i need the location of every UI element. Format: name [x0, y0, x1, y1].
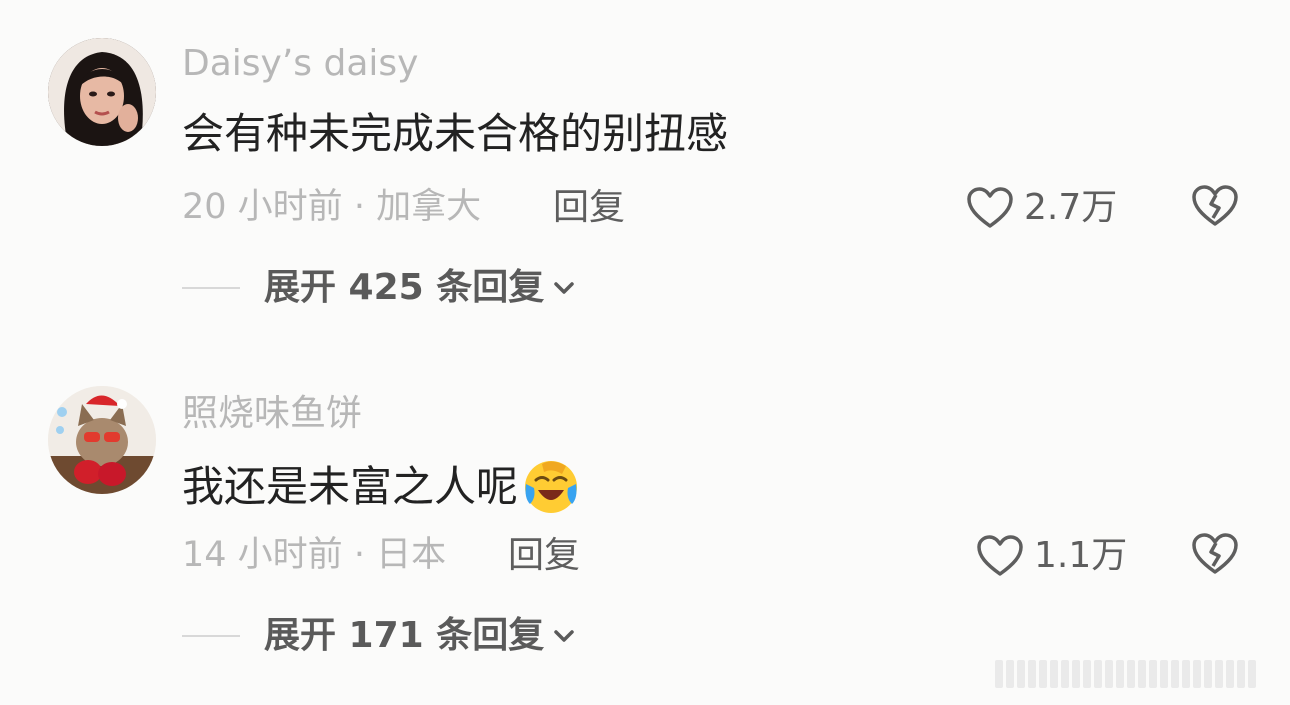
comment-text-body: 会有种未完成未合格的别扭感 — [182, 109, 729, 158]
like-count: 1.1万 — [1034, 535, 1128, 576]
comment-meta: 14 小时前 · 日本 — [182, 538, 446, 573]
laughing-crying-emoji-icon — [525, 461, 578, 513]
dislike-button[interactable] — [1191, 184, 1239, 232]
like-button[interactable]: 2.7万 — [966, 186, 1117, 230]
location: 日本 — [376, 535, 447, 575]
avatar-image — [48, 38, 156, 146]
avatar[interactable] — [48, 386, 156, 494]
reply-button[interactable]: 回复 — [553, 190, 625, 226]
divider-line — [182, 287, 240, 289]
expand-replies-label: 展开 171 条回复 — [264, 615, 545, 656]
broken-heart-icon — [1192, 533, 1238, 574]
expand-replies-button[interactable]: 展开 171 条回复 — [182, 618, 576, 654]
expand-replies-label: 展开 425 条回复 — [264, 267, 545, 308]
reply-button[interactable]: 回复 — [508, 538, 580, 574]
location: 加拿大 — [376, 187, 482, 227]
avatar[interactable] — [48, 38, 156, 146]
watermark — [995, 660, 1256, 688]
meta-separator: · — [353, 187, 365, 227]
heart-icon — [977, 535, 1023, 576]
timestamp: 14 小时前 — [182, 535, 343, 575]
timestamp: 20 小时前 — [182, 187, 343, 227]
like-button[interactable]: 1.1万 — [976, 534, 1127, 578]
comment-meta: 20 小时前 · 加拿大 — [182, 190, 481, 225]
meta-separator: · — [353, 535, 365, 575]
avatar-image — [48, 386, 156, 494]
username[interactable]: Daisy’s daisy — [182, 46, 418, 82]
chevron-down-icon — [554, 630, 574, 642]
comment-text-body: 我还是未富之人呢 — [182, 462, 519, 511]
heart-icon — [967, 187, 1013, 228]
expand-replies-button[interactable]: 展开 425 条回复 — [182, 270, 576, 306]
comment-item: 照烧味鱼饼 我还是未富之人呢 14 小时前 · 日本 回复 1.1万 展开 17… — [0, 350, 1290, 705]
comment-text: 会有种未完成未合格的别扭感 — [182, 113, 728, 155]
divider-line — [182, 635, 240, 637]
like-count: 2.7万 — [1024, 187, 1118, 228]
comment-item: Daisy’s daisy 会有种未完成未合格的别扭感 20 小时前 · 加拿大… — [0, 0, 1290, 350]
broken-heart-icon — [1192, 185, 1238, 226]
comment-text: 我还是未富之人呢 — [182, 458, 580, 516]
chevron-down-icon — [554, 282, 574, 294]
dislike-button[interactable] — [1191, 532, 1239, 580]
username[interactable]: 照烧味鱼饼 — [182, 396, 362, 432]
